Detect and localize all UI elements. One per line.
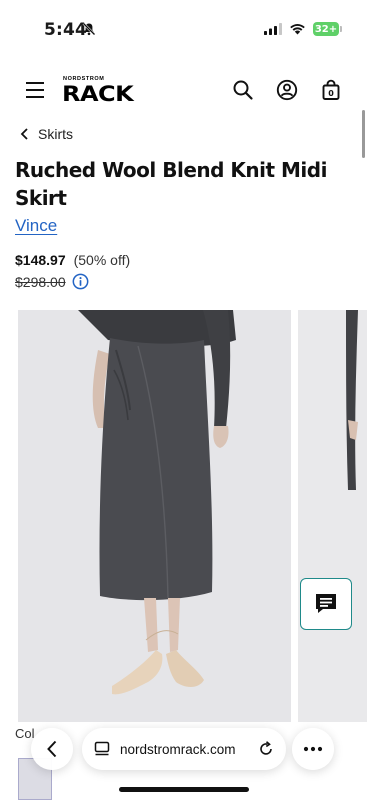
address-bar[interactable]: nordstromrack.com (82, 728, 286, 770)
more-button[interactable] (292, 728, 334, 770)
product-image[interactable] (18, 310, 291, 722)
reload-icon[interactable] (258, 741, 274, 757)
account-icon[interactable] (276, 79, 298, 101)
home-indicator (119, 787, 249, 792)
tab-icon (94, 741, 110, 756)
brand-link[interactable]: Vince (15, 216, 57, 236)
original-price-row: $298.00 (15, 273, 89, 290)
breadcrumb-label: Skirts (38, 126, 73, 142)
discount-label: (50% off) (73, 252, 131, 268)
status-bar: 5:44 32+ (0, 0, 367, 60)
skirt-photo (18, 310, 291, 722)
search-icon[interactable] (232, 79, 254, 101)
site-header: NORDSTROM RACK 0 (0, 70, 367, 114)
wifi-icon (290, 24, 305, 35)
bell-off-icon (82, 22, 96, 36)
more-icon (303, 746, 323, 752)
svg-text:0: 0 (328, 89, 334, 98)
chevron-left-icon (47, 740, 57, 758)
chat-icon (316, 594, 336, 613)
menu-icon[interactable] (26, 82, 46, 98)
chevron-left-icon (20, 128, 28, 140)
next-product-image[interactable] (298, 310, 367, 722)
back-button[interactable] (31, 728, 73, 770)
status-indicators: 32+ (264, 22, 342, 36)
cellular-signal-icon (264, 23, 282, 35)
product-title: Ruched Wool Blend Knit Midi Skirt (15, 158, 327, 210)
battery-indicator: 32+ (313, 22, 342, 36)
price-row: $148.97 (50% off) (15, 252, 130, 268)
status-time: 5:44 (44, 20, 88, 40)
current-price: $148.97 (15, 252, 66, 268)
url-text: nordstromrack.com (120, 741, 236, 757)
shopping-bag-icon[interactable]: 0 (320, 79, 342, 101)
breadcrumb[interactable]: Skirts (20, 126, 73, 142)
next-skirt-photo (298, 310, 367, 722)
product-image-carousel[interactable] (18, 310, 367, 722)
chat-button[interactable] (300, 578, 352, 630)
original-price: $298.00 (15, 273, 66, 290)
nordstrom-rack-logo[interactable]: NORDSTROM RACK (62, 76, 142, 110)
info-icon[interactable] (72, 273, 89, 290)
logo-main-text: RACK (62, 81, 134, 107)
page-scrollbar[interactable] (362, 110, 365, 158)
